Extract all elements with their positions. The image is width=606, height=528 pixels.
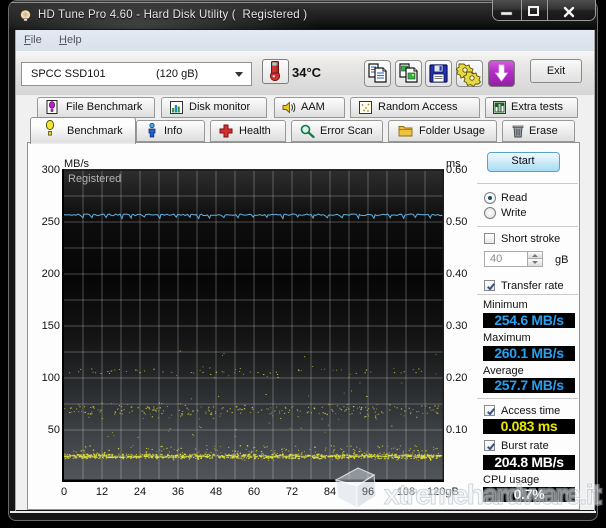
svg-text:Registered: Registered (68, 173, 121, 185)
